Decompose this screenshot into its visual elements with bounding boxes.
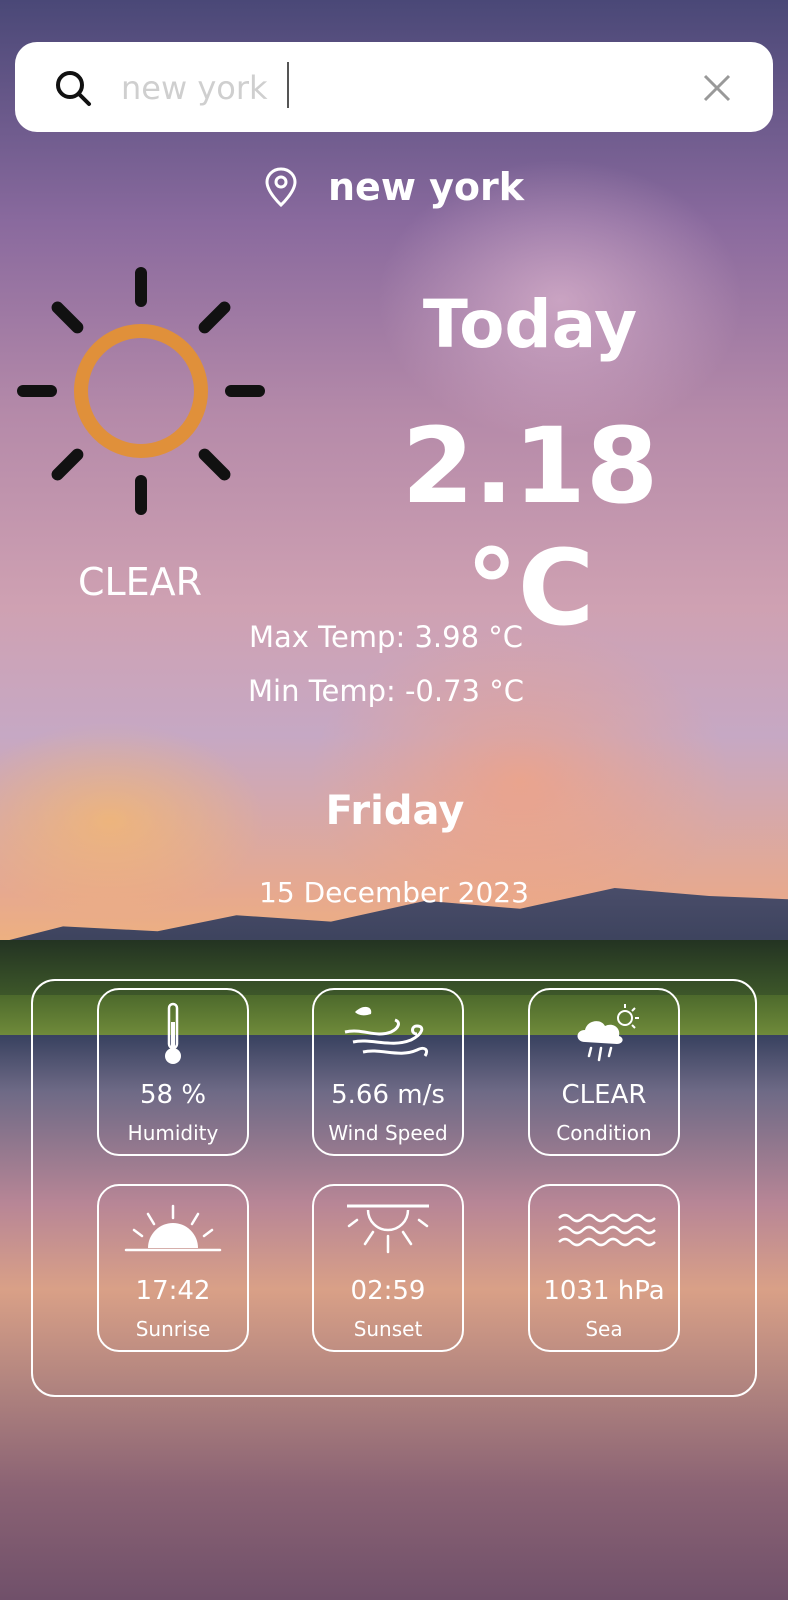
condition-card: CLEAR Condition — [528, 988, 680, 1156]
condition-label: Condition — [556, 1121, 652, 1145]
sunrise-icon — [124, 1204, 222, 1252]
sea-waves-icon — [558, 1213, 656, 1247]
sea-pressure-value: 1031 hPa — [543, 1276, 665, 1306]
wind-speed-card: 5.66 m/s Wind Speed — [312, 988, 464, 1156]
sunset-card: 02:59 Sunset — [312, 1184, 464, 1352]
humidity-label: Humidity — [127, 1121, 219, 1145]
day-of-week: Friday — [325, 788, 465, 834]
thermometer-icon — [165, 1002, 181, 1064]
search-icon[interactable] — [53, 68, 93, 108]
search-bar[interactable] — [15, 42, 773, 132]
text-cursor — [287, 62, 289, 108]
weather-condition-icon — [577, 1004, 639, 1062]
wind-speed-value: 5.66 m/s — [331, 1080, 445, 1110]
weather-condition: CLEAR — [77, 560, 203, 604]
sea-pressure-label: Sea — [585, 1317, 623, 1341]
sun-icon — [17, 267, 265, 515]
today-heading: Today — [422, 286, 638, 363]
sunrise-label: Sunrise — [135, 1317, 211, 1341]
wind-speed-label: Wind Speed — [328, 1121, 448, 1145]
weather-details-panel: 58 % Humidity 5.66 m/s Wind Speed CLEAR … — [31, 979, 757, 1397]
location-pin-icon — [265, 167, 297, 207]
search-input[interactable] — [119, 62, 643, 114]
humidity-card: 58 % Humidity — [97, 988, 249, 1156]
min-temperature: Min Temp: -0.73 °C — [248, 674, 524, 708]
humidity-value: 58 % — [139, 1080, 207, 1110]
current-temperature: 2.18 °C — [401, 405, 659, 649]
sunrise-card: 17:42 Sunrise — [97, 1184, 249, 1352]
sunset-icon — [347, 1204, 429, 1254]
sunset-label: Sunset — [353, 1317, 423, 1341]
wind-icon — [344, 1006, 429, 1057]
city-name: new york — [328, 165, 525, 209]
condition-value: CLEAR — [561, 1080, 647, 1110]
current-date: 15 December 2023 — [259, 876, 529, 909]
sea-pressure-card: 1031 hPa Sea — [528, 1184, 680, 1352]
clear-search-icon[interactable] — [697, 68, 737, 108]
sunrise-value: 17:42 — [135, 1276, 211, 1306]
location-row: new york — [264, 160, 524, 214]
sunset-value: 02:59 — [350, 1276, 426, 1306]
max-temperature: Max Temp: 3.98 °C — [249, 620, 523, 654]
